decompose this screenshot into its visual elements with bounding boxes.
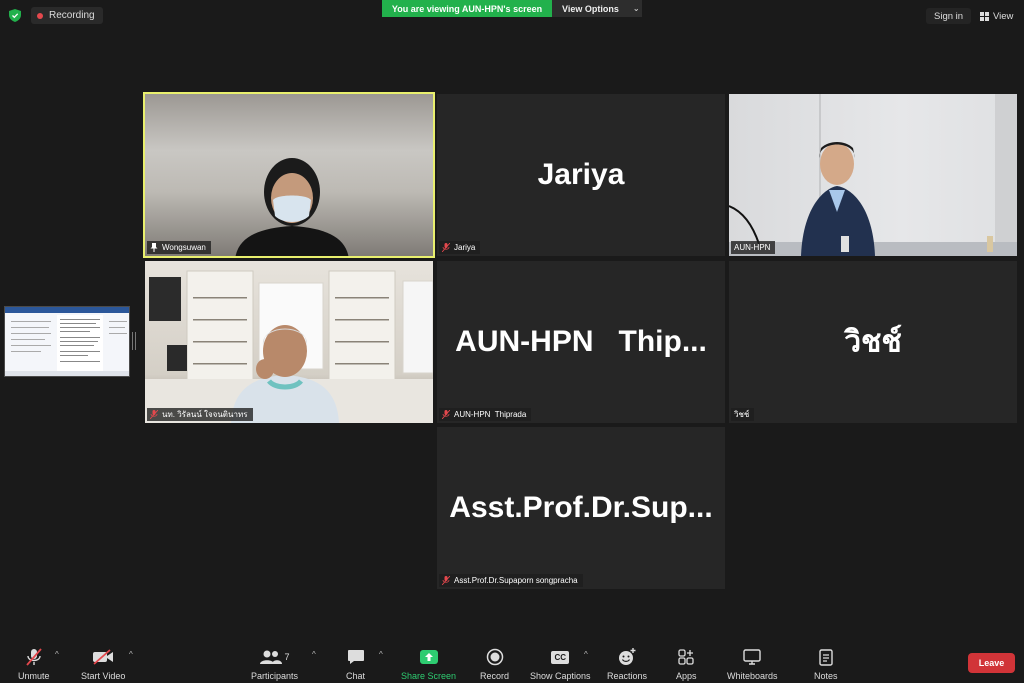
record-button[interactable]: Record: [480, 647, 509, 681]
participant-name-tag: นท. วิรัลนน์ ใจจนตินาทร: [147, 408, 253, 421]
whiteboards-button[interactable]: Whiteboards: [727, 647, 778, 681]
video-options-caret-icon[interactable]: ^: [129, 650, 133, 659]
video-tile-jariya[interactable]: Jariya Jariya: [437, 94, 725, 256]
record-icon: [486, 648, 503, 666]
muted-mic-icon: [442, 243, 450, 252]
participants-icon: [259, 650, 282, 664]
sign-in-button[interactable]: Sign in: [926, 8, 972, 24]
participants-button[interactable]: 7 Participants: [251, 647, 298, 681]
record-label: Record: [480, 671, 510, 681]
apps-icon: [678, 649, 694, 665]
participant-name-tag: Wongsuwan: [147, 241, 211, 254]
chat-options-caret-icon[interactable]: ^: [379, 650, 383, 659]
participant-name-tag: AUN-HPN Thiprada: [439, 408, 532, 421]
whiteboards-label: Whiteboards: [727, 671, 778, 681]
reactions-label: Reactions: [607, 671, 648, 681]
participant-name-tag: วิชช์: [731, 408, 755, 421]
top-bar: Recording You are viewing AUN-HPN's scre…: [0, 0, 1024, 30]
grid-view-icon: [980, 11, 989, 21]
show-captions-button[interactable]: CC Show Captions: [530, 647, 591, 681]
leave-button[interactable]: Leave: [968, 653, 1015, 673]
pin-icon: [150, 243, 158, 252]
participants-label: Participants: [251, 671, 299, 681]
view-options-label: View Options: [562, 3, 619, 14]
chevron-down-icon: ⌄: [632, 4, 640, 13]
notes-icon: [819, 648, 833, 666]
participant-name: Jariya: [454, 243, 476, 252]
reactions-emoji-icon: [619, 648, 636, 665]
participant-name-tag: AUN-HPN: [731, 241, 776, 254]
muted-mic-icon: [26, 648, 42, 666]
participants-options-caret-icon[interactable]: ^: [312, 650, 316, 659]
reactions-button[interactable]: Reactions: [607, 647, 647, 681]
start-video-label: Start Video: [81, 671, 126, 681]
shared-screen-thumbnail[interactable]: [4, 306, 130, 377]
video-tile-supaporn[interactable]: Asst.Prof.Dr.Sup... Asst.Prof.Dr.Supapor…: [437, 427, 725, 589]
start-video-button[interactable]: Start Video: [81, 647, 125, 681]
whiteboard-icon: [743, 649, 761, 665]
apps-button[interactable]: Apps: [676, 647, 697, 681]
chat-button[interactable]: Chat: [346, 647, 365, 681]
video-tile-thai-participant[interactable]: นท. วิรัลนน์ ใจจนตินาทร: [145, 261, 433, 423]
participant-silhouette: [235, 158, 349, 256]
recording-indicator[interactable]: Recording: [31, 7, 103, 24]
show-captions-label: Show Captions: [530, 671, 591, 681]
video-tile-aun-hpn[interactable]: AUN-HPN: [729, 94, 1017, 256]
share-screen-label: Share Screen: [401, 671, 457, 681]
video-off-icon: [93, 649, 114, 665]
chat-icon: [347, 650, 364, 664]
participant-display-name: AUN-HPN Thip...: [455, 325, 707, 358]
view-label: View: [993, 10, 1014, 22]
participant-video: [729, 94, 1017, 256]
participant-display-name: Asst.Prof.Dr.Sup...: [449, 491, 713, 524]
recording-label: Recording: [49, 10, 95, 21]
video-tile-wongsuwan[interactable]: Wongsuwan: [143, 92, 435, 258]
video-tile-aun-hpn-thiprada[interactable]: AUN-HPN Thip... AUN-HPN Thiprada: [437, 261, 725, 423]
notes-button[interactable]: Notes: [814, 647, 838, 681]
participant-display-name: วิชช์: [844, 325, 902, 359]
muted-mic-icon: [150, 410, 158, 419]
view-button[interactable]: View: [974, 8, 1019, 24]
meeting-toolbar: Unmute ^ Start Video ^ 7 Participants ^: [0, 641, 1024, 683]
participant-video: [145, 94, 433, 256]
participant-video: [145, 261, 433, 423]
participant-name: นท. วิรัลนน์ ใจจนตินาทร: [162, 410, 248, 419]
panel-resize-handle[interactable]: [132, 332, 136, 350]
shield-icon[interactable]: [9, 9, 21, 22]
audio-options-caret-icon[interactable]: ^: [55, 650, 59, 659]
participants-count: 7: [284, 652, 290, 662]
muted-mic-icon: [442, 410, 450, 419]
chat-label: Chat: [346, 671, 366, 681]
muted-mic-icon: [442, 576, 450, 585]
participant-name: AUN-HPN: [734, 243, 771, 252]
participant-name-tag: Asst.Prof.Dr.Supaporn songpracha: [439, 574, 583, 587]
viewing-screen-banner: You are viewing AUN-HPN's screen: [382, 0, 552, 17]
captions-options-caret-icon[interactable]: ^: [584, 650, 588, 659]
closed-captions-icon: CC: [551, 650, 570, 664]
share-screen-button[interactable]: Share Screen: [401, 647, 456, 681]
share-screen-icon: [419, 650, 438, 664]
unmute-label: Unmute: [18, 671, 50, 681]
participant-name: Wongsuwan: [162, 243, 206, 252]
recording-dot-icon: [37, 12, 43, 19]
participant-display-name: Jariya: [537, 158, 625, 191]
apps-label: Apps: [676, 671, 697, 681]
unmute-button[interactable]: Unmute: [18, 647, 50, 681]
video-tile-wit[interactable]: วิชช์ วิชช์: [729, 261, 1017, 423]
notes-label: Notes: [814, 671, 838, 681]
participant-name: Asst.Prof.Dr.Supaporn songpracha: [454, 576, 578, 585]
view-options-button[interactable]: View Options ⌄: [552, 0, 642, 17]
participant-name: วิชช์: [734, 410, 750, 419]
participant-name: AUN-HPN Thiprada: [454, 410, 527, 419]
participant-name-tag: Jariya: [439, 241, 481, 254]
